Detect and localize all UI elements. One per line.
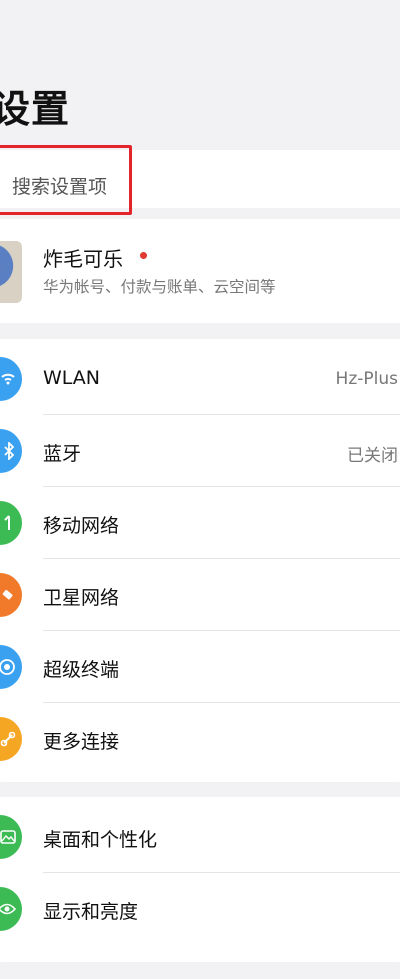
settings-item-display-brightness[interactable]: 显示和亮度 xyxy=(0,873,400,945)
settings-item-value: 已关闭 xyxy=(347,446,398,466)
settings-item-bluetooth[interactable]: 蓝牙 已关闭 xyxy=(0,415,400,487)
settings-item-home-screen[interactable]: 桌面和个性化 xyxy=(0,801,400,873)
settings-item-label: WLAN xyxy=(43,367,101,389)
bluetooth-icon xyxy=(0,429,22,473)
link-icon xyxy=(0,717,22,761)
satellite-icon xyxy=(0,573,22,617)
search-placeholder: 搜索设置项 xyxy=(12,176,108,198)
settings-item-label: 卫星网络 xyxy=(43,587,120,609)
settings-item-label: 超级终端 xyxy=(43,659,120,681)
settings-item-satellite[interactable]: 卫星网络 xyxy=(0,559,400,631)
settings-item-label: 桌面和个性化 xyxy=(43,829,158,851)
settings-item-label: 移动网络 xyxy=(43,515,120,537)
wifi-icon xyxy=(0,357,22,401)
settings-item-more-connections[interactable]: 更多连接 xyxy=(0,703,400,775)
settings-page: 设置 搜索设置项 炸毛可乐 华为帐号、付款与账单、云空间等 WLAN Hz-Pl… xyxy=(0,0,400,979)
settings-item-super-device[interactable]: 超级终端 xyxy=(0,631,400,703)
settings-item-mobile-network[interactable]: 移动网络 xyxy=(0,487,400,559)
settings-item-label: 蓝牙 xyxy=(43,443,82,465)
eye-icon xyxy=(0,887,22,931)
settings-item-label: 更多连接 xyxy=(43,731,120,753)
settings-item-wlan[interactable]: WLAN Hz-Plus xyxy=(0,343,400,415)
mobile-network-icon xyxy=(0,501,22,545)
super-device-icon xyxy=(0,645,22,689)
page-title: 设置 xyxy=(0,87,71,131)
wallpaper-icon xyxy=(0,815,22,859)
settings-item-label: 显示和亮度 xyxy=(43,901,139,923)
account-name: 炸毛可乐 xyxy=(43,247,123,271)
avatar xyxy=(0,241,22,303)
notification-dot xyxy=(140,252,147,259)
settings-item-value: Hz-Plus xyxy=(335,369,398,389)
account-subtitle: 华为帐号、付款与账单、云空间等 xyxy=(43,278,276,296)
